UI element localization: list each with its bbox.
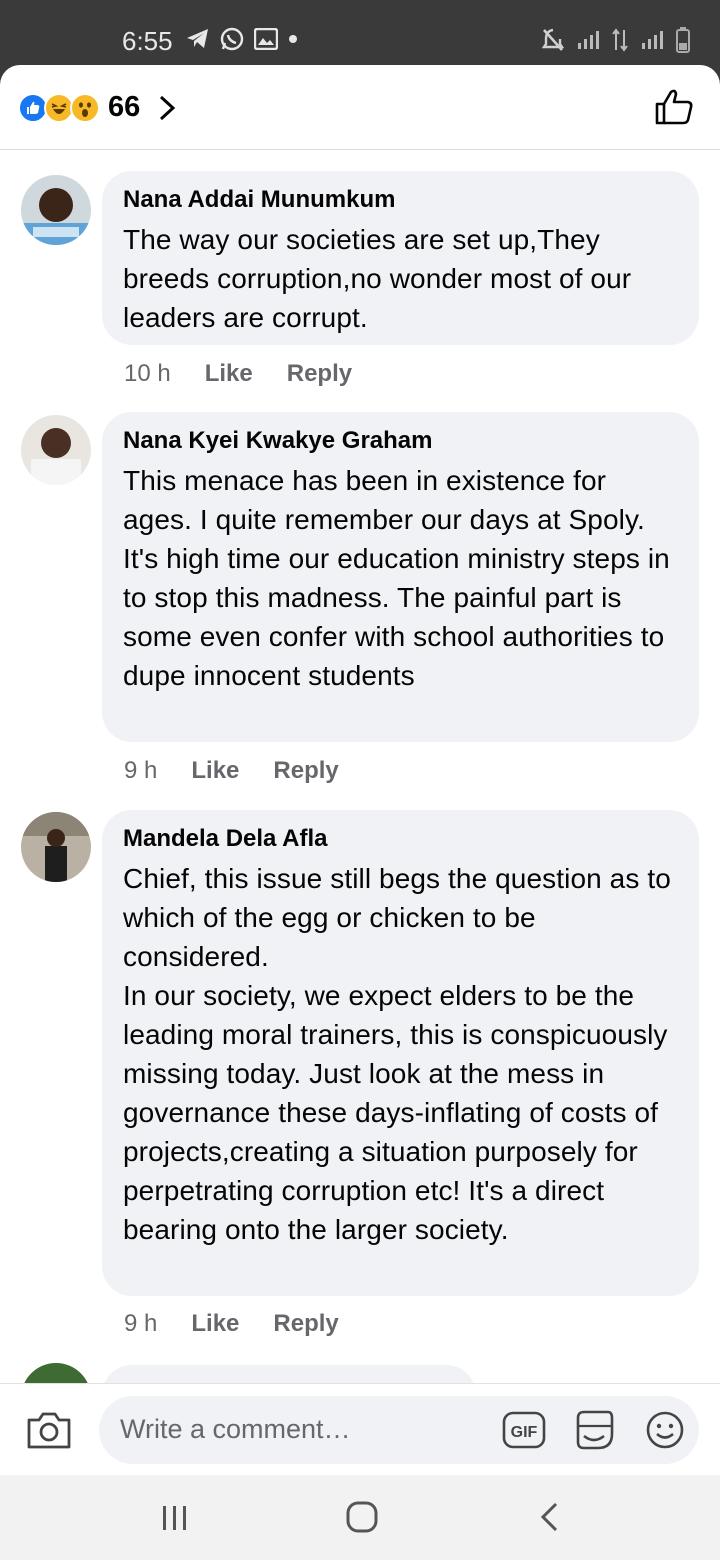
sticker-icon[interactable] — [572, 1408, 616, 1452]
emoji-icon[interactable] — [645, 1410, 685, 1450]
comment-input[interactable]: Write a comment… GIF — [99, 1396, 699, 1464]
comment-author[interactable]: Nana Addai Munumkum — [123, 185, 677, 215]
comment-author[interactable]: Nana Kyei Kwakye Graham — [123, 426, 677, 456]
comments-sheet: 66 Nana Addai Munumkum The way our socie… — [0, 65, 720, 1475]
comment-author[interactable]: Mandela Dela Afla — [123, 824, 677, 854]
like-link[interactable]: Like — [191, 757, 239, 785]
avatar[interactable] — [21, 812, 91, 882]
notification-icons — [186, 27, 298, 51]
comment-text: Chief, this issue still begs the questio… — [123, 863, 671, 1245]
like-link[interactable]: Like — [205, 360, 253, 388]
recents-icon[interactable] — [160, 1505, 190, 1531]
reply-link[interactable]: Reply — [273, 757, 338, 785]
comment-actions: 9 h Like Reply — [124, 1310, 339, 1338]
reaction-count: 66 — [108, 91, 141, 123]
comment-composer: Write a comment… GIF — [0, 1383, 720, 1475]
mute-icon — [542, 28, 564, 51]
data-arrows-icon — [612, 28, 628, 52]
battery-icon — [676, 27, 690, 53]
comment-time: 9 h — [124, 1310, 158, 1337]
dot-icon — [289, 35, 297, 43]
avatar[interactable] — [21, 415, 91, 485]
reply-link[interactable]: Reply — [273, 1310, 338, 1338]
comment-time: 10 h — [124, 360, 171, 387]
camera-icon[interactable] — [26, 1410, 72, 1450]
whatsapp-icon — [220, 27, 244, 51]
signal-icon — [642, 31, 663, 49]
gif-label: GIF — [511, 1424, 538, 1441]
home-icon[interactable] — [346, 1501, 378, 1533]
comment-text: The way our societies are set up,They br… — [123, 224, 632, 333]
system-icons — [542, 27, 690, 53]
like-outline-icon[interactable] — [654, 87, 694, 127]
comment-bubble[interactable]: Nana Addai Munumkum The way our societie… — [102, 171, 699, 345]
gif-icon[interactable]: GIF — [502, 1410, 546, 1450]
comment-bubble[interactable]: Mandela Dela Afla Chief, this issue stil… — [102, 810, 699, 1296]
comment-text: This menace has been in existence for ag… — [123, 465, 670, 691]
status-time: 6:55 — [122, 26, 173, 56]
comment-actions: 10 h Like Reply — [124, 360, 352, 388]
telegram-icon — [187, 29, 208, 48]
back-icon[interactable] — [538, 1501, 562, 1533]
gallery-icon — [254, 28, 278, 50]
comment-actions: 9 h Like Reply — [124, 757, 339, 785]
comment-input-placeholder: Write a comment… — [120, 1414, 351, 1444]
system-nav-bar — [0, 1475, 720, 1560]
reactions-header: 66 — [0, 65, 720, 150]
chevron-right-icon — [160, 95, 176, 120]
comment-bubble[interactable]: Nana Kyei Kwakye Graham This menace has … — [102, 412, 699, 742]
reply-link[interactable]: Reply — [287, 360, 352, 388]
signal-icon — [578, 31, 599, 49]
comment-time: 9 h — [124, 757, 158, 784]
avatar[interactable] — [21, 175, 91, 245]
reactions-summary[interactable]: 66 — [18, 91, 176, 124]
like-link[interactable]: Like — [191, 1310, 239, 1338]
wow-reaction-icon — [70, 92, 100, 123]
